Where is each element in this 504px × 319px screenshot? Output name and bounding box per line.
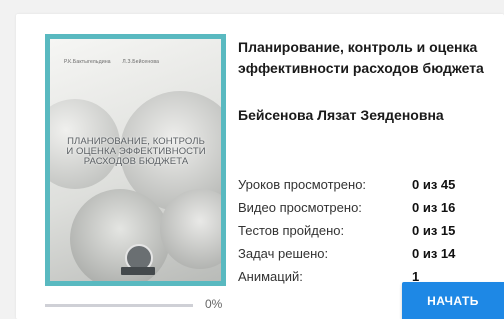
coin-graphic bbox=[70, 189, 170, 281]
stat-label: Уроков просмотрено: bbox=[238, 177, 367, 192]
stat-label: Видео просмотрено: bbox=[238, 200, 362, 215]
start-button[interactable]: НАЧАТЬ bbox=[402, 282, 504, 319]
stat-row-tests: Тестов пройдено: 0 из 15 bbox=[238, 219, 455, 242]
stat-row-lessons: Уроков просмотрено: 0 из 45 bbox=[238, 173, 455, 196]
course-stats: Уроков просмотрено: 0 из 45 Видео просмо… bbox=[238, 173, 455, 288]
stat-value: 0 из 15 bbox=[412, 223, 456, 238]
stat-value: 0 из 16 bbox=[412, 200, 456, 215]
cover-title: ПЛАНИРОВАНИЕ, КОНТРОЛЬ И ОЦЕНКА ЭФФЕКТИВ… bbox=[66, 136, 206, 167]
cover-authors: Р.К.Бактыгельдина Л.З.Бейсенова bbox=[64, 59, 214, 65]
progress-percent: 0% bbox=[205, 297, 223, 311]
cover-author: Р.К.Бактыгельдина bbox=[64, 59, 111, 65]
coin-graphic bbox=[160, 189, 221, 269]
publisher-plate bbox=[121, 267, 155, 275]
stat-label: Задач решено: bbox=[238, 246, 329, 261]
course-cover-image[interactable]: Р.К.Бактыгельдина Л.З.Бейсенова ПЛАНИРОВ… bbox=[45, 34, 226, 286]
progress-bar bbox=[45, 304, 193, 307]
stat-row-videos: Видео просмотрено: 0 из 16 bbox=[238, 196, 455, 219]
stat-label: Тестов пройдено: bbox=[238, 223, 345, 238]
stat-row-tasks: Задач решено: 0 из 14 bbox=[238, 242, 455, 265]
course-title[interactable]: Планирование, контроль и оценка эффектив… bbox=[238, 37, 502, 79]
stat-label: Анимаций: bbox=[238, 269, 303, 284]
stat-value: 0 из 14 bbox=[412, 246, 456, 261]
cover-author: Л.З.Бейсенова bbox=[122, 59, 160, 65]
course-author: Бейсенова Лязат Зеяденовна bbox=[238, 107, 444, 123]
stat-value: 0 из 45 bbox=[412, 177, 456, 192]
